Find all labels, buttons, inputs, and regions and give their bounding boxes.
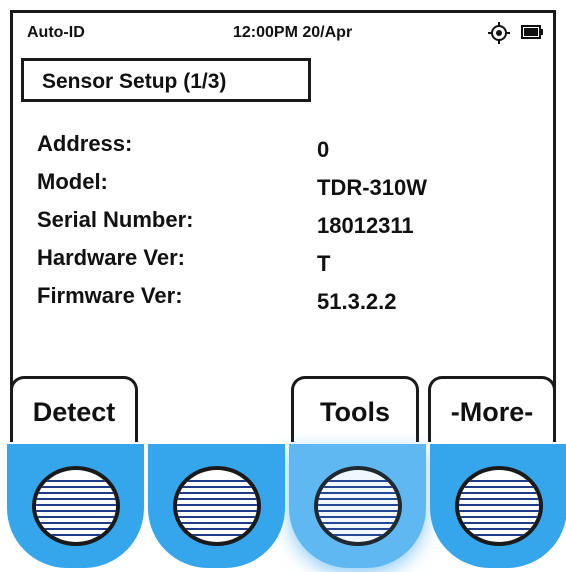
clock-label: 12:00PM 20/Apr [233,24,353,41]
softkey-detect-label: Detect [32,397,116,427]
softkey-more[interactable]: -More- [428,376,556,442]
address-value: 0 [317,137,330,162]
key-grip-icon [32,466,120,546]
hardware-version-value: T [317,251,331,276]
model-value: TDR-310W [317,175,428,200]
mode-label: Auto-ID [27,24,85,41]
firmware-version-label: Firmware Ver: [37,283,183,308]
address-label: Address: [37,131,133,156]
key-grip-icon [173,466,261,546]
firmware-version-value: 51.3.2.2 [317,289,397,314]
status-bar: Auto-ID 12:00PM 20/Apr [13,13,553,53]
softkey-tools-label: Tools [320,397,390,427]
page-title: Sensor Setup (1/3) [42,70,227,93]
hardware-key-3[interactable] [289,444,426,568]
battery-full-icon [521,25,543,39]
serial-number-label: Serial Number: [37,207,194,232]
serial-number-value: 18012311 [317,213,414,238]
softkey-tools[interactable]: Tools [291,376,419,442]
key-grip-icon [314,466,402,546]
hardware-key-2[interactable] [148,444,285,568]
softkey-more-label: -More- [450,397,534,427]
softkey-detect[interactable]: Detect [10,376,138,442]
page-title-box: Sensor Setup (1/3) [21,58,311,102]
hardware-key-1[interactable] [7,444,144,568]
key-grip-icon [455,466,543,546]
gps-target-icon [488,22,510,44]
hardware-version-label: Hardware Ver: [37,245,185,270]
model-label: Model: [37,169,108,194]
hardware-keypad [0,444,566,572]
hardware-key-4[interactable] [430,444,566,568]
